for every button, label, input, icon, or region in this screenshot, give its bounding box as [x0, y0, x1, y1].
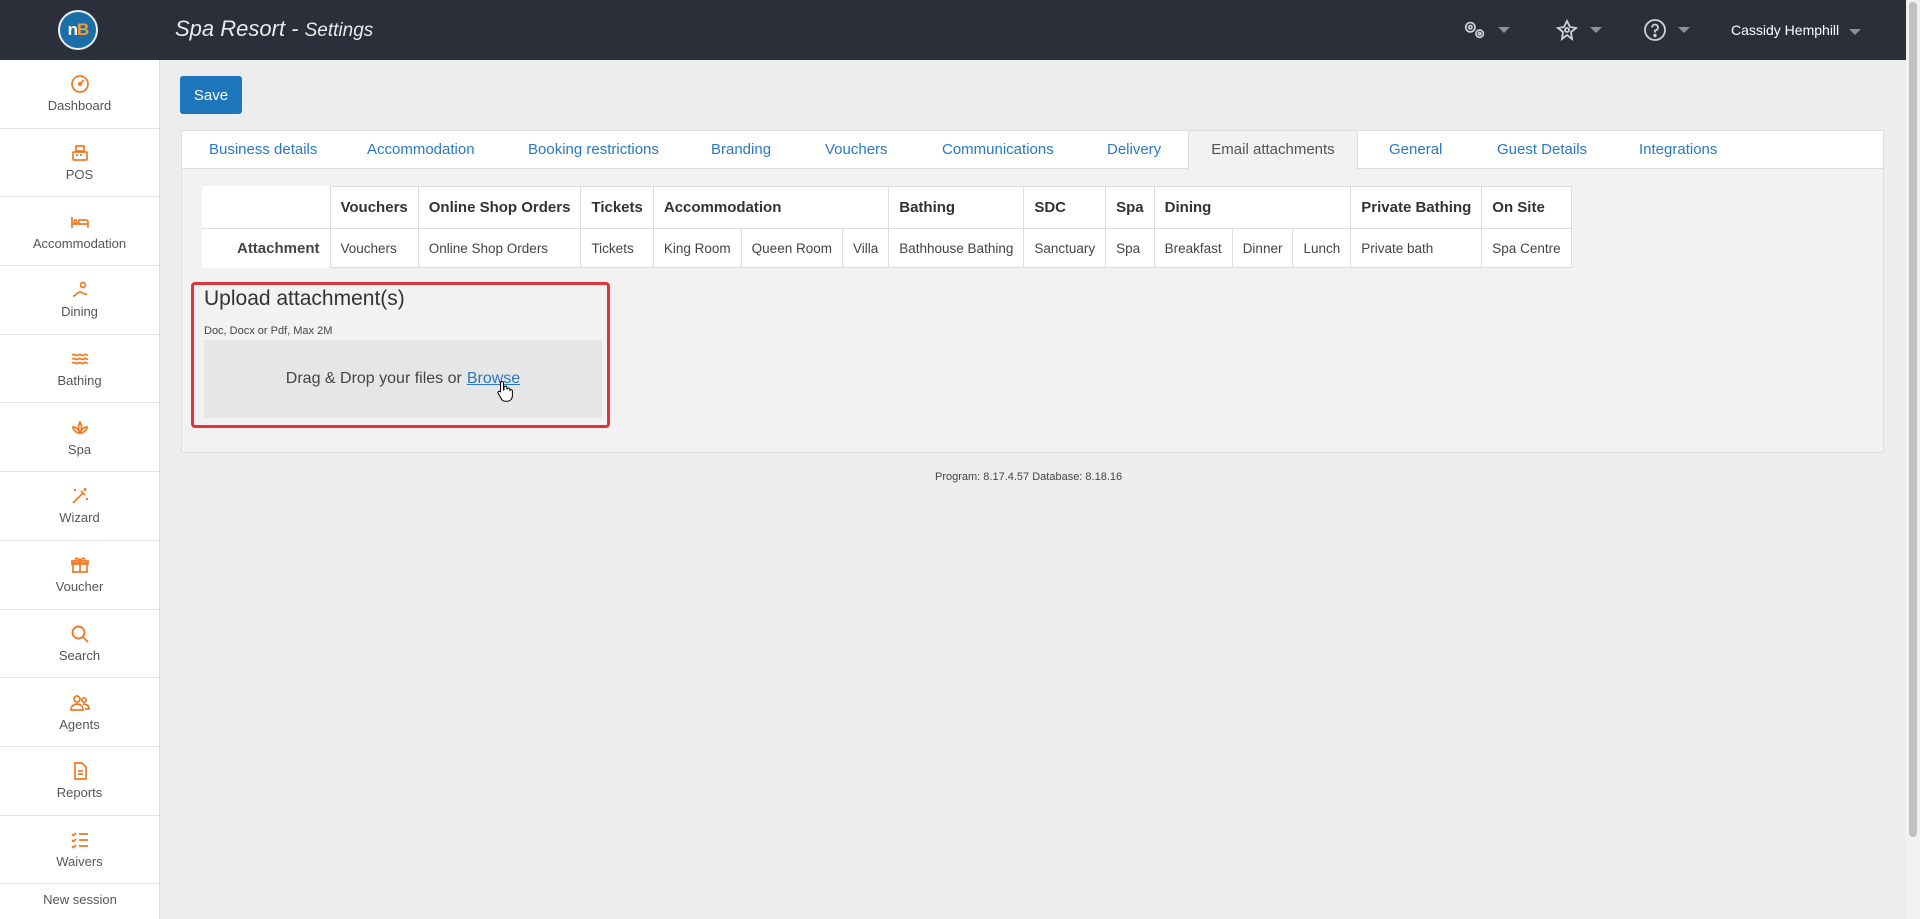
app-title: Spa Resort - Settings: [175, 16, 374, 41]
tab-email-attachments[interactable]: Email attachments: [1188, 131, 1358, 170]
grid-item-row: Attachment Vouchers Online Shop Orders T…: [202, 228, 1572, 268]
group-header: Vouchers: [329, 186, 419, 229]
upload-title: Upload attachment(s): [204, 287, 405, 310]
settings-tabs: Business details Accommodation Booking r…: [182, 131, 1883, 170]
sidebar-item-wizard[interactable]: Wizard: [0, 472, 159, 541]
bed-icon: [70, 216, 89, 228]
chevron-down-icon: [1678, 27, 1690, 33]
sidebar-item-spa[interactable]: Spa: [0, 403, 159, 473]
group-header: SDC: [1023, 186, 1107, 229]
version-info: Program: 8.17.4.57 Database: 8.18.16: [935, 471, 1123, 483]
tab-delivery[interactable]: Delivery: [1107, 131, 1161, 169]
tab-business-details[interactable]: Business details: [209, 131, 317, 169]
group-header: Tickets: [580, 186, 654, 229]
sidebar-item-voucher[interactable]: Voucher: [0, 541, 159, 610]
attachment-cell[interactable]: King Room: [652, 228, 742, 268]
resort-name: Spa Resort: [175, 16, 286, 41]
attachment-cell[interactable]: Bathhouse Bathing: [888, 228, 1025, 268]
wand-icon: [71, 488, 88, 505]
help-menu[interactable]: [1642, 18, 1690, 42]
attachment-cell[interactable]: Online Shop Orders: [417, 228, 582, 268]
dining-icon: [72, 282, 87, 298]
gift-icon: [70, 557, 89, 574]
attachment-cell[interactable]: Spa Centre: [1481, 228, 1572, 268]
settings-menu[interactable]: [1462, 18, 1510, 42]
tab-vouchers[interactable]: Vouchers: [825, 131, 888, 169]
attachment-cell[interactable]: Lunch: [1292, 228, 1352, 268]
waves-icon: [70, 353, 89, 365]
attachment-cell[interactable]: Private bath: [1350, 228, 1483, 268]
hand-cursor-icon: [497, 380, 513, 402]
tab-general[interactable]: General: [1389, 131, 1442, 169]
new-session-link[interactable]: New session: [0, 879, 160, 919]
tab-booking-restrictions[interactable]: Booking restrictions: [528, 131, 659, 169]
scrollbar-thumb[interactable]: [1909, 2, 1917, 837]
agents-icon: [69, 694, 90, 711]
tab-integrations[interactable]: Integrations: [1639, 131, 1717, 169]
sidebar-item-bathing[interactable]: Bathing: [0, 335, 159, 404]
gauge-icon: [70, 75, 89, 94]
settings-panel: Business details Accommodation Booking r…: [181, 130, 1884, 453]
row-header: Attachment: [202, 228, 331, 268]
chevron-down-icon: [1590, 27, 1602, 33]
report-icon: [73, 762, 87, 781]
upload-section: Upload attachment(s) Doc, Docx or Pdf, M…: [191, 282, 610, 428]
app-logo[interactable]: nB: [58, 10, 98, 50]
gears-icon: [1462, 18, 1488, 42]
upload-hint: Doc, Docx or Pdf, Max 2M: [204, 325, 333, 337]
sidebar-item-dashboard[interactable]: Dashboard: [0, 60, 159, 129]
top-bar: nB Spa Resort - Settings Cassidy Hemphil…: [0, 0, 1906, 60]
group-header: Accommodation: [652, 186, 890, 229]
grid-group-row: Vouchers Online Shop Orders Tickets Acco…: [202, 186, 1572, 229]
file-dropzone[interactable]: Drag & Drop your files or Browse: [204, 340, 602, 418]
chevron-down-icon: [1849, 29, 1861, 35]
group-header: Private Bathing: [1350, 186, 1483, 229]
attachment-cell[interactable]: Spa: [1105, 228, 1155, 268]
attachment-cell[interactable]: Dinner: [1231, 228, 1294, 268]
user-menu[interactable]: Cassidy Hemphill: [1731, 22, 1839, 38]
search-icon: [71, 625, 89, 643]
grid-corner: [202, 186, 331, 229]
dropzone-text: Drag & Drop your files or: [285, 370, 462, 387]
sidebar-item-dining[interactable]: Dining: [0, 266, 159, 335]
sidebar-item-reports[interactable]: Reports: [0, 747, 159, 816]
lotus-icon: [71, 420, 88, 435]
attachment-cell[interactable]: Breakfast: [1153, 228, 1233, 268]
sidebar-item-agents[interactable]: Agents: [0, 678, 159, 747]
attachment-grid: Vouchers Online Shop Orders Tickets Acco…: [202, 186, 1572, 268]
page-name: Settings: [304, 20, 374, 41]
group-header: Dining: [1153, 186, 1352, 229]
attachment-cell[interactable]: Tickets: [580, 228, 654, 268]
sidebar-item-search[interactable]: Search: [0, 610, 159, 679]
tab-accommodation[interactable]: Accommodation: [367, 131, 475, 169]
attachment-cell[interactable]: Queen Room: [740, 228, 843, 268]
sidebar-item-accommodation[interactable]: Accommodation: [0, 197, 159, 267]
flower-icon: [1554, 18, 1580, 42]
sidebar-item-pos[interactable]: POS: [0, 129, 159, 198]
attachment-cell[interactable]: Vouchers: [329, 228, 419, 268]
help-icon: [1642, 18, 1668, 42]
chevron-down-icon: [1498, 27, 1510, 33]
tab-guest-details[interactable]: Guest Details: [1497, 131, 1587, 169]
attachment-cell[interactable]: Villa: [841, 228, 890, 268]
group-header: Online Shop Orders: [417, 186, 582, 229]
sidebar: Dashboard POS Accommodation Dining Bathi…: [0, 60, 160, 919]
tab-communications[interactable]: Communications: [942, 131, 1054, 169]
sidebar-item-waivers[interactable]: Waivers: [0, 816, 159, 885]
save-button[interactable]: Save: [180, 76, 242, 114]
register-icon: [71, 145, 88, 161]
group-header: On Site: [1481, 186, 1572, 229]
page-scrollbar[interactable]: [1906, 0, 1920, 919]
group-header: Spa: [1105, 186, 1155, 229]
spa-menu[interactable]: [1554, 18, 1602, 42]
attachment-cell[interactable]: Sanctuary: [1023, 228, 1107, 268]
tab-branding[interactable]: Branding: [711, 131, 771, 169]
group-header: Bathing: [888, 186, 1025, 229]
checklist-icon: [70, 832, 88, 849]
